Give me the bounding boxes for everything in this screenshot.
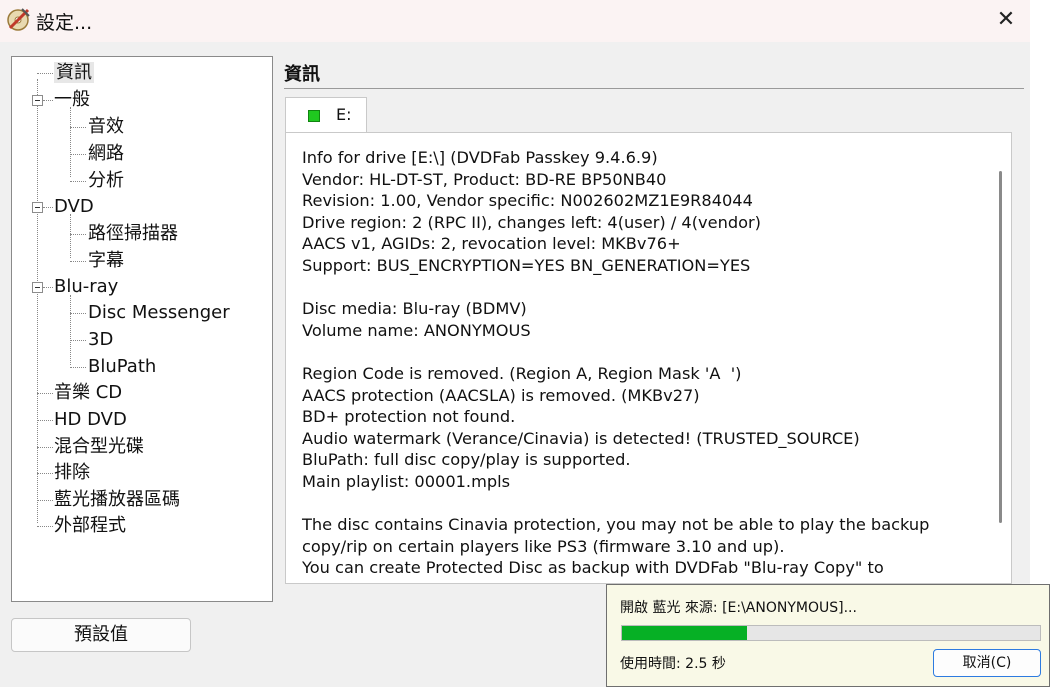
settings-nav-tree[interactable]: 資訊 一般 音效 網路 分析 DVD 路徑掃描器 字幕 Blu-ray Disc… (11, 56, 273, 602)
drive-status-icon (308, 110, 320, 122)
vertical-scrollbar[interactable] (990, 133, 1010, 583)
scrollbar-thumb[interactable] (999, 171, 1002, 523)
drive-info-textbox[interactable]: Info for drive [E:\] (DVDFab Passkey 9.4… (285, 132, 1012, 584)
tree-item-disc-messenger[interactable]: Disc Messenger (88, 301, 230, 325)
info-line: Support: BUS_ENCRYPTION=YES BN_GENERATIO… (302, 255, 751, 275)
info-line: Main playlist: 00001.mpls (302, 471, 511, 491)
collapse-general-icon[interactable] (32, 95, 43, 106)
tree-item-external-programs[interactable]: 外部程式 (54, 514, 126, 538)
collapse-dvd-icon[interactable] (32, 202, 43, 213)
tree-item-blupath[interactable]: BluPath (88, 355, 156, 379)
progress-bar (621, 625, 1041, 641)
cancel-button[interactable]: 取消(C) (933, 649, 1041, 677)
info-line: Revision: 1.00, Vendor specific: N002602… (302, 191, 753, 211)
tree-item-hd-dvd[interactable]: HD DVD (54, 408, 127, 432)
info-line: copy/rip on certain players like PS3 (fi… (302, 536, 785, 556)
info-line: Region Code is removed. (Region A, Regio… (302, 363, 742, 383)
tree-item-bluray-region[interactable]: 藍光播放器區碼 (54, 488, 180, 512)
info-line (302, 341, 972, 363)
tree-item-general[interactable]: 一般 (54, 88, 90, 112)
info-line: Vendor: HL-DT-ST, Product: BD-RE BP50NB4… (302, 169, 667, 189)
info-line: BluPath: full disc copy/play is supporte… (302, 450, 631, 470)
tree-item-analysis[interactable]: 分析 (88, 169, 124, 193)
tree-item-exclude[interactable]: 排除 (54, 461, 90, 485)
info-line: The disc contains Cinavia protection, yo… (302, 515, 930, 535)
tree-item-info[interactable]: 資訊 (54, 61, 94, 85)
info-line: AACS v1, AGIDs: 2, revocation level: MKB… (302, 234, 681, 254)
tree-item-3d[interactable]: 3D (88, 328, 113, 352)
tree-item-hybrid-disc[interactable]: 混合型光碟 (54, 435, 144, 459)
close-icon: ✕ (996, 7, 1016, 32)
tree-item-subtitles[interactable]: 字幕 (88, 249, 124, 273)
info-line: Audio watermark (Verance/Cinavia) is det… (302, 428, 860, 448)
section-title: 資訊 (284, 64, 320, 85)
info-line: Volume name: ANONYMOUS (302, 320, 531, 340)
progress-popup: 開啟 藍光 來源: [E:\ANONYMOUS]... 使用時間: 2.5 秒 … (606, 584, 1050, 687)
section-divider (284, 88, 1024, 89)
tree-item-path-scanner[interactable]: 路徑掃描器 (88, 222, 178, 246)
restore-defaults-button[interactable]: 預設值 (11, 618, 191, 652)
window-title: 設定... (36, 12, 93, 34)
info-line (302, 277, 972, 299)
tree-item-audio[interactable]: 音效 (88, 115, 124, 139)
tree-item-music-cd[interactable]: 音樂 CD (54, 381, 122, 405)
progress-status-text: 開啟 藍光 來源: [E:\ANONYMOUS]... (620, 600, 857, 616)
info-line (302, 493, 972, 515)
info-line: Info for drive [E:\] (DVDFab Passkey 9.4… (302, 148, 658, 167)
info-line: Disc media: Blu-ray (BDMV) (302, 299, 527, 319)
title-bar[interactable]: 設定... ✕ (0, 0, 1030, 42)
info-line: You can create Protected Disc as backup … (302, 558, 884, 578)
progress-fill (622, 626, 748, 640)
close-button[interactable]: ✕ (990, 4, 1022, 36)
collapse-bluray-icon[interactable] (32, 282, 43, 293)
tree-item-network[interactable]: 網路 (88, 142, 124, 166)
info-line: AACS protection (AACSLA) is removed. (MK… (302, 385, 700, 405)
tab-drive-e[interactable]: E: (285, 97, 367, 133)
info-line: Drive region: 2 (RPC II), changes left: … (302, 212, 761, 232)
drive-info-text: Info for drive [E:\] (DVDFab Passkey 9.4… (302, 147, 972, 583)
elapsed-time: 使用時間: 2.5 秒 (620, 656, 726, 672)
dvdfab-app-icon (7, 8, 30, 31)
tab-label: E: (336, 105, 352, 124)
tree-item-bluray[interactable]: Blu-ray (54, 275, 118, 299)
tree-item-dvd[interactable]: DVD (54, 195, 94, 219)
info-line: BD+ protection not found. (302, 407, 516, 427)
